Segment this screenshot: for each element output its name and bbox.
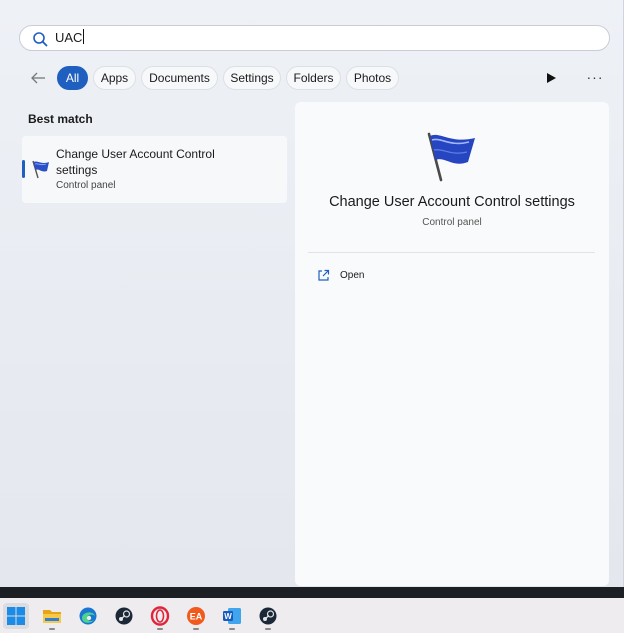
uac-flag-icon — [32, 160, 49, 179]
search-input[interactable]: UAC — [55, 29, 85, 47]
detail-title: Change User Account Control settings — [329, 194, 575, 210]
running-indicator — [157, 628, 163, 630]
filter-chip-photos[interactable]: Photos — [346, 66, 399, 90]
back-arrow-icon[interactable] — [30, 70, 46, 86]
result-title: Change User Account Control settings — [56, 147, 215, 177]
taskbar-start-button[interactable] — [3, 603, 29, 629]
ea-icon: EA — [187, 607, 205, 625]
running-indicator — [49, 628, 55, 630]
folder-icon — [43, 610, 61, 623]
filter-chip-apps[interactable]: Apps — [93, 66, 136, 90]
taskbar-word[interactable]: W — [219, 603, 245, 630]
best-match-heading: Best match — [28, 112, 93, 126]
word-icon: W — [223, 608, 241, 624]
steam-icon — [259, 607, 277, 625]
taskbar-ea[interactable]: EA — [183, 603, 209, 630]
filter-chip-folders[interactable]: Folders — [286, 66, 341, 90]
selection-indicator — [22, 160, 25, 178]
filter-row: All Apps Documents Settings Folders Phot… — [0, 65, 623, 91]
taskbar-steam-2[interactable] — [255, 603, 281, 630]
open-action[interactable]: Open — [315, 268, 435, 288]
search-icon — [33, 32, 48, 47]
filter-chip-all[interactable]: All — [57, 66, 88, 90]
open-external-icon — [318, 269, 330, 281]
taskbar: EA W — [0, 598, 624, 633]
taskbar-opera[interactable] — [147, 603, 173, 630]
steam-icon — [115, 607, 133, 625]
edge-icon — [79, 607, 97, 625]
search-panel: UAC All Apps Documents Settings Folders … — [0, 0, 624, 587]
taskbar-edge[interactable] — [75, 603, 101, 629]
running-indicator — [193, 628, 199, 630]
running-indicator — [265, 628, 271, 630]
filter-chip-documents[interactable]: Documents — [141, 66, 218, 90]
detail-pane: Change User Account Control settings Con… — [295, 102, 609, 586]
search-box[interactable]: UAC — [19, 25, 610, 51]
ea-label: EA — [190, 612, 203, 622]
filter-chip-settings[interactable]: Settings — [223, 66, 281, 90]
more-options-button[interactable]: ··· — [586, 69, 604, 87]
word-label: W — [224, 612, 232, 621]
taskbar-file-explorer[interactable] — [39, 603, 65, 630]
text-caret — [83, 29, 85, 44]
result-subtitle: Control panel — [56, 180, 116, 191]
detail-subtitle: Control panel — [422, 217, 482, 228]
search-query: UAC — [55, 30, 83, 45]
detail-divider — [308, 252, 595, 253]
opera-icon — [150, 606, 170, 626]
running-indicator — [229, 628, 235, 630]
windows-start-icon — [7, 607, 25, 625]
best-match-result[interactable]: Change User Account Control settings Con… — [22, 136, 287, 203]
taskbar-steam[interactable] — [111, 603, 137, 629]
uac-flag-large-icon — [427, 132, 475, 182]
open-label: Open — [340, 270, 365, 281]
play-icon[interactable] — [545, 72, 557, 84]
